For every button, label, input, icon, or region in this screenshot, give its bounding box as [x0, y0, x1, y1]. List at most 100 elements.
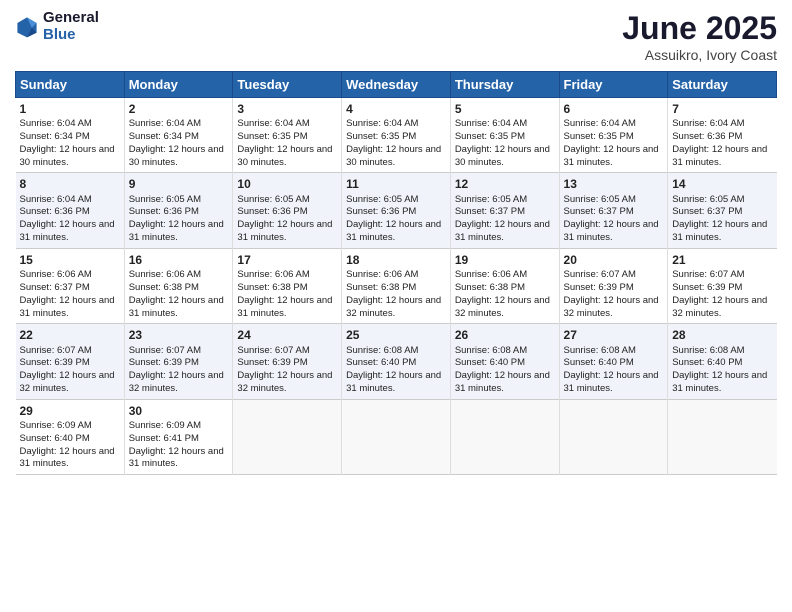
sunrise-label: Sunrise: 6:06 AM — [346, 269, 418, 280]
sunrise-label: Sunrise: 6:04 AM — [20, 194, 92, 205]
day-number: 5 — [455, 101, 555, 117]
table-row: 24Sunrise: 6:07 AMSunset: 6:39 PMDayligh… — [233, 324, 342, 399]
table-row: 26Sunrise: 6:08 AMSunset: 6:40 PMDayligh… — [450, 324, 559, 399]
day-number: 8 — [20, 176, 120, 192]
table-row: 10 Sunrise: 6:05 AMSunset: 6:36 PM Dayligh… — [233, 173, 342, 248]
sunrise-label: Sunrise: 6:05 AM — [672, 194, 744, 205]
sunrise-label: Sunrise: 6:06 AM — [237, 269, 309, 280]
sunrise-label: Sunrise: 6:05 AM — [129, 194, 201, 205]
table-row: 27Sunrise: 6:08 AMSunset: 6:40 PMDayligh… — [559, 324, 668, 399]
table-row: 17Sunrise: 6:06 AM Sunset: 6:38 PM Dayligh… — [233, 248, 342, 323]
sunset-label: Sunset: 6:38 PM — [237, 282, 307, 293]
table-row: 5Sunrise: 6:04 AMSunset: 6:35 PMDaylight… — [450, 98, 559, 173]
col-sunday: Sunday — [16, 72, 125, 98]
table-row — [668, 399, 777, 474]
day-number: 2 — [129, 101, 229, 117]
calendar-container: General Blue June 2025 Assuikro, Ivory C… — [0, 0, 792, 612]
sunset-label: Sunset: 6:34 PM — [129, 131, 199, 142]
daylight-label: Daylight: 12 hours and 31 minutes. — [20, 219, 115, 243]
table-row: 12Sunrise: 6:05 AMSunset: 6:37 PMDayligh… — [450, 173, 559, 248]
sunset-label: Sunset: 6:39 PM — [20, 357, 90, 368]
sunrise-label: Sunrise: 6:08 AM — [346, 345, 418, 356]
table-row: 6Sunrise: 6:04 AMSunset: 6:35 PMDaylight… — [559, 98, 668, 173]
table-row: 16Sunrise: 6:06 AMSunset: 6:38 PMDayligh… — [124, 248, 233, 323]
day-number: 30 — [129, 403, 229, 419]
sunrise-label: Sunrise: 6:04 AM — [129, 118, 201, 129]
daylight-label: Daylight: 12 hours and 31 minutes. — [237, 295, 332, 319]
day-number: 25 — [346, 327, 446, 343]
sunset-label: Sunset: 6:38 PM — [129, 282, 199, 293]
day-number: 14 — [672, 176, 772, 192]
daylight-label: Daylight: 12 hours and 32 minutes. — [237, 370, 332, 394]
sunrise-label: Sunrise: 6:09 AM — [129, 420, 201, 431]
col-saturday: Saturday — [668, 72, 777, 98]
sunrise-label: Sunrise: 6:04 AM — [455, 118, 527, 129]
table-row — [233, 399, 342, 474]
sunset-label: Sunset: 6:38 PM — [346, 282, 416, 293]
day-number: 6 — [564, 101, 664, 117]
daylight-label: Daylight: 12 hours and 31 minutes. — [129, 446, 224, 470]
sunrise-label: Sunrise: 6:06 AM — [20, 269, 92, 280]
table-row: 11Sunrise: 6:05 AMSunset: 6:36 PMDayligh… — [342, 173, 451, 248]
day-number: 20 — [564, 252, 664, 268]
col-thursday: Thursday — [450, 72, 559, 98]
table-row: 8 Sunrise: 6:04 AMSunset: 6:36 PM Daylight… — [16, 173, 125, 248]
table-row — [342, 399, 451, 474]
daylight-label: Daylight: 12 hours and 31 minutes. — [564, 219, 659, 243]
table-row: 19Sunrise: 6:06 AMSunset: 6:38 PMDayligh… — [450, 248, 559, 323]
daylight-label: Daylight: 12 hours and 31 minutes. — [237, 219, 332, 243]
col-tuesday: Tuesday — [233, 72, 342, 98]
sunset-label: Sunset: 6:37 PM — [564, 206, 634, 217]
col-friday: Friday — [559, 72, 668, 98]
table-row: 30Sunrise: 6:09 AM Sunset: 6:41 PM Dayligh… — [124, 399, 233, 474]
day-number: 1 — [20, 101, 120, 117]
sunrise-label: Sunrise: 6:07 AM — [672, 269, 744, 280]
table-row: 29Sunrise: 6:09 AMSunset: 6:40 PMDayligh… — [16, 399, 125, 474]
sunset-label: Sunset: 6:36 PM — [20, 206, 90, 217]
daylight-label: Daylight: 12 hours and 31 minutes. — [20, 295, 115, 319]
sunset-label: Sunset: 6:38 PM — [455, 282, 525, 293]
calendar-title: June 2025 — [622, 10, 777, 47]
sunrise-label: Sunrise: 6:04 AM — [346, 118, 418, 129]
daylight-label: Daylight: 12 hours and 32 minutes. — [672, 295, 767, 319]
day-number: 13 — [564, 176, 664, 192]
logo-icon — [15, 15, 39, 39]
page-header: General Blue June 2025 Assuikro, Ivory C… — [15, 10, 777, 63]
daylight-label: Daylight: 12 hours and 30 minutes. — [129, 144, 224, 168]
title-block: June 2025 Assuikro, Ivory Coast — [622, 10, 777, 63]
daylight-label: Daylight: 12 hours and 31 minutes. — [672, 144, 767, 168]
day-number: 10 — [237, 176, 337, 192]
table-row: 2Sunrise: 6:04 AM Sunset: 6:34 PM Daylight… — [124, 98, 233, 173]
sunset-label: Sunset: 6:36 PM — [237, 206, 307, 217]
day-number: 3 — [237, 101, 337, 117]
logo: General Blue — [15, 10, 99, 43]
table-row: 18Sunrise: 6:06 AMSunset: 6:38 PMDayligh… — [342, 248, 451, 323]
sunset-label: Sunset: 6:40 PM — [20, 433, 90, 444]
day-number: 24 — [237, 327, 337, 343]
sunset-label: Sunset: 6:35 PM — [237, 131, 307, 142]
sunrise-label: Sunrise: 6:05 AM — [237, 194, 309, 205]
table-row: 4Sunrise: 6:04 AMSunset: 6:35 PMDaylight… — [342, 98, 451, 173]
sunset-label: Sunset: 6:41 PM — [129, 433, 199, 444]
sunrise-label: Sunrise: 6:08 AM — [564, 345, 636, 356]
sunset-label: Sunset: 6:36 PM — [129, 206, 199, 217]
sunset-label: Sunset: 6:40 PM — [564, 357, 634, 368]
daylight-label: Daylight: 12 hours and 31 minutes. — [455, 370, 550, 394]
sunrise-label: Sunrise: 6:04 AM — [564, 118, 636, 129]
day-number: 7 — [672, 101, 772, 117]
daylight-label: Daylight: 12 hours and 31 minutes. — [346, 370, 441, 394]
day-number: 17 — [237, 252, 337, 268]
sunset-label: Sunset: 6:37 PM — [20, 282, 90, 293]
sunset-label: Sunset: 6:39 PM — [129, 357, 199, 368]
day-number: 19 — [455, 252, 555, 268]
table-row: 20Sunrise: 6:07 AMSunset: 6:39 PMDayligh… — [559, 248, 668, 323]
daylight-label: Daylight: 12 hours and 31 minutes. — [672, 370, 767, 394]
sunset-label: Sunset: 6:35 PM — [455, 131, 525, 142]
day-number: 21 — [672, 252, 772, 268]
table-row: 3Sunrise: 6:04 AMSunset: 6:35 PMDaylight… — [233, 98, 342, 173]
table-row: 13Sunrise: 6:05 AMSunset: 6:37 PMDayligh… — [559, 173, 668, 248]
table-row: 14Sunrise: 6:05 AMSunset: 6:37 PMDayligh… — [668, 173, 777, 248]
daylight-label: Daylight: 12 hours and 32 minutes. — [455, 295, 550, 319]
day-number: 11 — [346, 176, 446, 192]
table-row: 23Sunrise: 6:07 AMSunset: 6:39 PMDayligh… — [124, 324, 233, 399]
